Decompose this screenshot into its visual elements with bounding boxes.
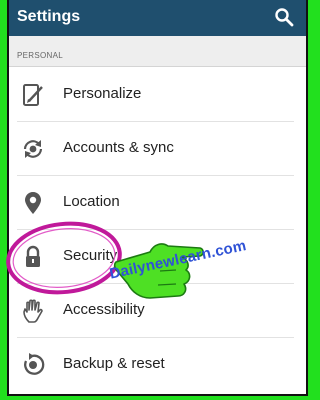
personalize-icon [23,84,43,106]
settings-item-label: Location [63,193,120,210]
settings-item-accessibility[interactable]: Accessibility [9,284,306,338]
settings-item-accounts-sync[interactable]: Accounts & sync [9,122,306,176]
lock-icon [26,245,40,267]
settings-item-label: Accessibility [63,301,145,318]
settings-screen: Settings PERSONAL Personalize Accounts &… [7,0,308,396]
section-header: PERSONAL [9,36,306,67]
page-title: Settings [17,8,81,25]
app-bar: Settings [9,0,306,36]
settings-item-backup-reset[interactable]: Backup & reset [9,338,306,392]
location-pin-icon [25,192,41,214]
sync-icon [23,140,43,158]
settings-item-label: Personalize [63,85,142,102]
section-label: PERSONAL [17,51,63,60]
hand-icon [23,299,43,323]
settings-item-label: Backup & reset [63,355,165,372]
search-icon[interactable] [274,7,294,27]
backup-icon [24,353,45,375]
settings-item-label: Security [63,247,118,264]
settings-item-label: Accounts & sync [63,139,174,156]
green-frame: Settings PERSONAL Personalize Accounts &… [0,0,312,400]
settings-item-location[interactable]: Location [9,176,306,230]
settings-item-personalize[interactable]: Personalize [9,68,306,122]
